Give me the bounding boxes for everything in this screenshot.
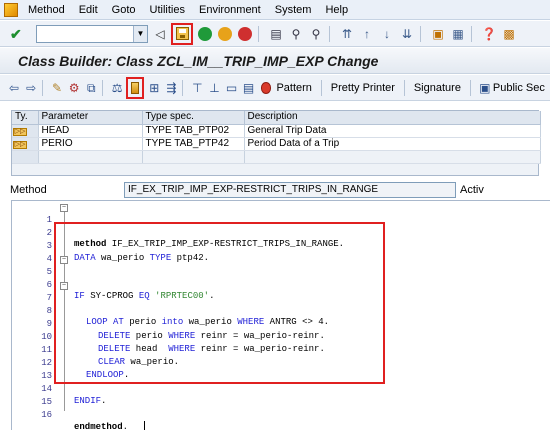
- enter-check-icon[interactable]: ✔: [10, 27, 24, 41]
- previous-page-icon[interactable]: ↑: [359, 26, 375, 42]
- new-session-icon[interactable]: ▣: [430, 26, 446, 42]
- other-object-icon[interactable]: ⧉: [84, 80, 98, 96]
- column-header-type[interactable]: Ty.: [12, 111, 39, 125]
- parameter-name-cell[interactable]: PERIO: [38, 137, 143, 151]
- toolbar-divider: [182, 79, 184, 96]
- changing-parameter-icon: ▷▷: [13, 140, 27, 149]
- column-header-parameter[interactable]: Parameter: [38, 111, 143, 125]
- info-icon[interactable]: ▤: [242, 80, 256, 96]
- object-list-icon[interactable]: ⊥: [207, 80, 221, 96]
- parameter-table: Ty. Parameter Type spec. Description ▷▷ …: [11, 110, 541, 176]
- last-page-icon[interactable]: ⇊: [399, 26, 415, 42]
- fullscreen-icon[interactable]: ▭: [224, 80, 238, 96]
- menu-system[interactable]: System: [268, 0, 319, 20]
- shortcut-icon[interactable]: ▦: [450, 26, 466, 42]
- application-toolbar: ⇦ ⇨ ✎ ⚙ ⧉ ⚖ ⊞ ⇶ ⊤ ⊥ ▭ ▤ Pattern Pretty P…: [0, 75, 550, 101]
- empty-cell: [244, 150, 541, 164]
- method-label: Method: [10, 184, 47, 196]
- parameter-description-cell[interactable]: General Trip Data: [244, 124, 541, 138]
- hierarchy-icon[interactable]: ⊤: [190, 80, 204, 96]
- table-row[interactable]: ▷▷ PERIO TYPE TAB_PTP42 Period Data of a…: [12, 137, 541, 151]
- chevron-down-icon[interactable]: ▼: [133, 25, 147, 42]
- menu-utilities[interactable]: Utilities: [143, 0, 192, 20]
- toolbar-divider: [320, 79, 322, 96]
- code-line-15[interactable]: 15: [12, 384, 550, 407]
- column-header-type-spec[interactable]: Type spec.: [142, 111, 245, 125]
- back-icon[interactable]: [197, 26, 213, 42]
- toolbar-divider: [258, 25, 259, 42]
- page-title: Class Builder: Class ZCL_IM__TRIP_IMP_EX…: [18, 53, 379, 69]
- sap-menu-icon[interactable]: [0, 0, 22, 20]
- menu-help[interactable]: Help: [318, 0, 355, 20]
- toolbar-divider: [42, 79, 44, 96]
- pretty-printer-button[interactable]: Pretty Printer: [331, 82, 395, 94]
- empty-cell: [12, 150, 39, 164]
- menu-method[interactable]: Method: [22, 0, 72, 20]
- method-row: Method IF_EX_TRIP_IMP_EXP-RESTRICT_TRIPS…: [0, 182, 550, 198]
- activation-status: Activ: [460, 184, 484, 196]
- menu-bar: Method Edit Goto Utilities Environment S…: [0, 0, 550, 20]
- method-name-field: IF_EX_TRIP_IMP_EXP-RESTRICT_TRIPS_IN_RAN…: [124, 182, 456, 198]
- history-left-icon[interactable]: ◁: [152, 26, 168, 42]
- code-line-16[interactable]: 16 endmethod.: [12, 397, 550, 430]
- save-button[interactable]: [171, 22, 193, 45]
- title-bar: Class Builder: Class ZCL_IM__TRIP_IMP_EX…: [0, 48, 550, 74]
- parameter-type-cell: ▷▷: [12, 137, 39, 151]
- pattern-button[interactable]: Pattern: [276, 82, 311, 94]
- text-cursor: [144, 421, 145, 430]
- display-change-icon[interactable]: ✎: [50, 80, 64, 96]
- breakpoint-icon[interactable]: [260, 81, 272, 94]
- empty-cell: [142, 150, 245, 164]
- line-number: 16: [41, 410, 52, 420]
- activate-icon: [131, 81, 140, 94]
- highlight-box: [54, 222, 385, 384]
- menu-edit[interactable]: Edit: [72, 0, 105, 20]
- exit-icon[interactable]: [217, 26, 233, 42]
- toolbar-divider: [102, 79, 104, 96]
- standard-toolbar: ✔ ▼ ◁ ▤ ⚲ ⚲ ⇈ ↑ ↓ ⇊ ▣ ▦ ❓ ▩: [0, 21, 550, 47]
- parameter-type-cell: ▷▷: [12, 124, 39, 138]
- empty-cell: [38, 150, 143, 164]
- help-icon[interactable]: ❓: [481, 26, 497, 42]
- print-icon[interactable]: ▤: [268, 26, 284, 42]
- check-icon[interactable]: ⚖: [110, 80, 124, 96]
- activate-button[interactable]: [126, 76, 145, 99]
- public-section-icon[interactable]: ▣: [478, 80, 492, 96]
- changing-parameter-icon: ▷▷: [13, 127, 27, 136]
- collapse-icon[interactable]: −: [60, 204, 68, 212]
- code-text: .: [122, 422, 129, 430]
- menu-environment[interactable]: Environment: [192, 0, 268, 20]
- menu-goto[interactable]: Goto: [105, 0, 143, 20]
- find-icon[interactable]: ⚲: [288, 26, 304, 42]
- public-section-button[interactable]: Public Sec: [493, 82, 545, 94]
- signature-button[interactable]: Signature: [414, 82, 461, 94]
- table-row[interactable]: ▷▷ HEAD TYPE TAB_PTP02 General Trip Data: [12, 124, 541, 138]
- toolbar-divider: [329, 25, 330, 42]
- toolbar-divider: [420, 25, 421, 42]
- parameter-typespec-cell[interactable]: TYPE TAB_PTP42: [142, 137, 245, 151]
- code-line-1[interactable]: 1 − method IF_EX_TRIP_IMP_EXP-RESTRICT_T…: [12, 202, 550, 249]
- toolbar-divider: [403, 79, 405, 96]
- toolbar-divider: [469, 79, 471, 96]
- column-header-description[interactable]: Description: [244, 111, 541, 125]
- keyword-endmethod: endmethod: [74, 422, 123, 430]
- forward-arrow-icon[interactable]: ⇨: [24, 80, 38, 96]
- cancel-icon[interactable]: [237, 26, 253, 42]
- parameter-description-cell[interactable]: Period Data of a Trip: [244, 137, 541, 151]
- first-page-icon[interactable]: ⇈: [339, 26, 355, 42]
- toolbar-divider: [471, 25, 472, 42]
- where-used-icon[interactable]: ⇶: [164, 80, 178, 96]
- table-row-empty: [12, 150, 541, 164]
- back-arrow-icon[interactable]: ⇦: [7, 80, 21, 96]
- test-icon[interactable]: ⊞: [147, 80, 161, 96]
- customize-layout-icon[interactable]: ▩: [501, 26, 517, 42]
- table-header: Ty. Parameter Type spec. Description: [12, 111, 541, 125]
- next-page-icon[interactable]: ↓: [379, 26, 395, 42]
- active-inactive-icon[interactable]: ⚙: [67, 80, 81, 96]
- command-field[interactable]: ▼: [36, 24, 148, 43]
- find-next-icon[interactable]: ⚲: [308, 26, 324, 42]
- save-icon: [175, 27, 189, 40]
- parameter-typespec-cell[interactable]: TYPE TAB_PTP02: [142, 124, 245, 138]
- parameter-name-cell[interactable]: HEAD: [38, 124, 143, 138]
